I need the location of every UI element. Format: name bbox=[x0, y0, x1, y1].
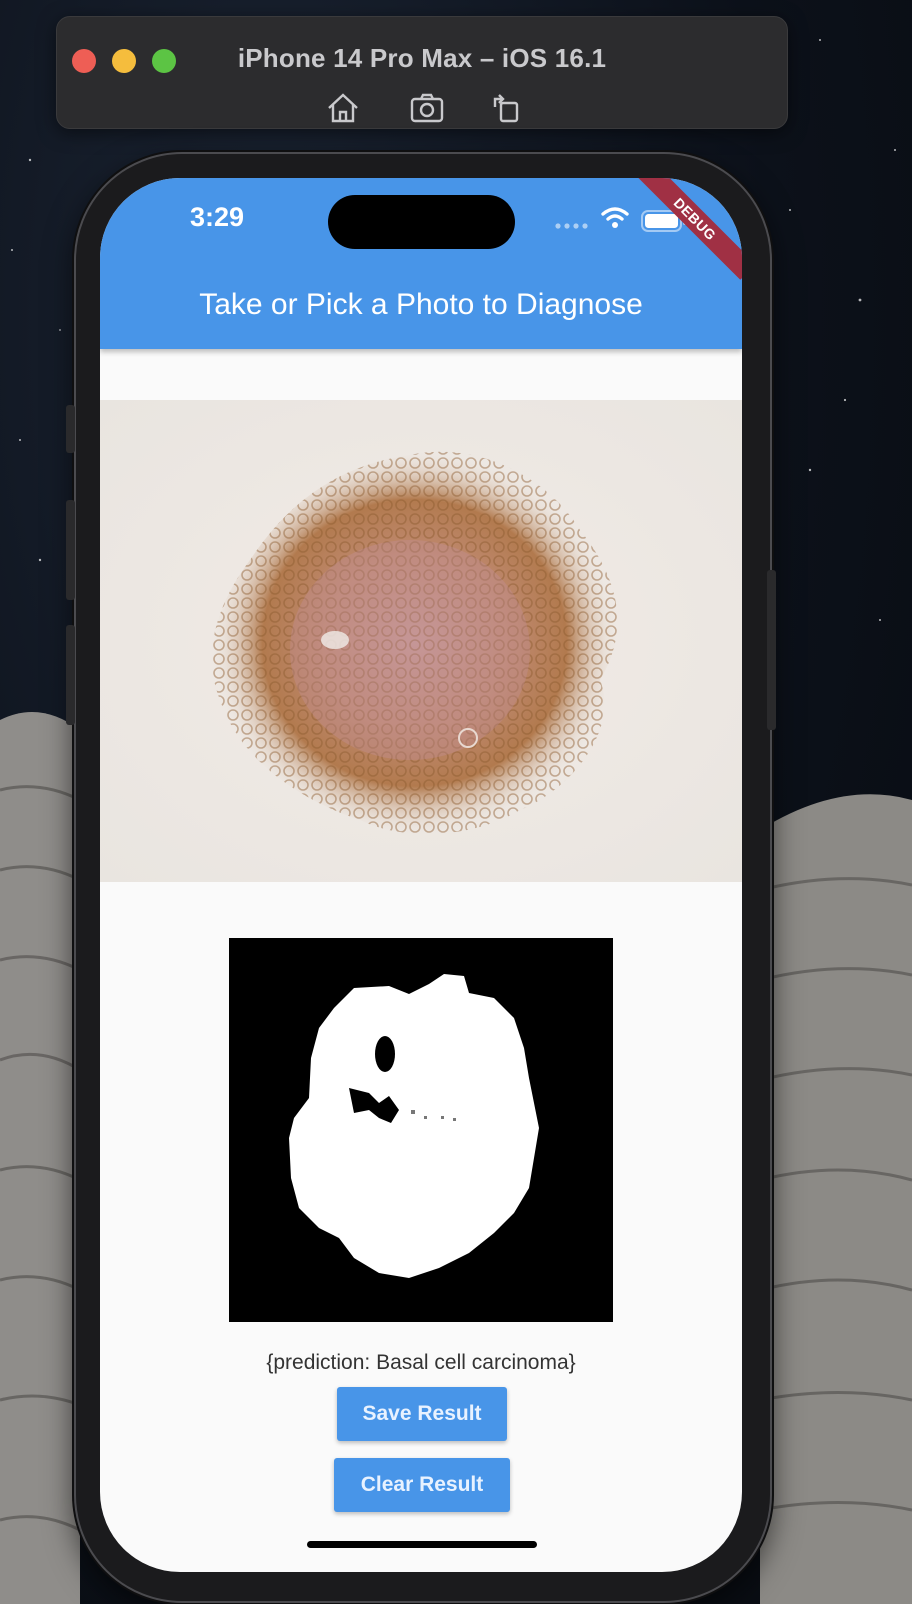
clear-result-button[interactable]: Clear Result bbox=[334, 1458, 510, 1512]
segmentation-mask-image bbox=[229, 938, 613, 1322]
prediction-text: {prediction: Basal cell carcinoma} bbox=[266, 1351, 576, 1374]
cellular-signal-icon bbox=[555, 223, 588, 229]
volume-down-button bbox=[66, 625, 75, 725]
home-icon[interactable] bbox=[325, 91, 361, 125]
dynamic-island bbox=[328, 195, 515, 249]
dermoscopy-lesion-image bbox=[100, 400, 742, 882]
app-bar-title: Take or Pick a Photo to Diagnose bbox=[199, 288, 643, 321]
simulator-title: iPhone 14 Pro Max – iOS 16.1 bbox=[237, 43, 607, 73]
screenshot-icon[interactable] bbox=[409, 91, 445, 125]
app-bar: 3:29 DEBUG Take or Pick a Photo to Diagn… bbox=[100, 178, 742, 349]
simulator-title-bar: iPhone 14 Pro Max – iOS 16.1 bbox=[56, 16, 788, 129]
home-indicator[interactable] bbox=[307, 1541, 537, 1548]
volume-up-button bbox=[66, 500, 75, 600]
wifi-icon bbox=[601, 207, 629, 228]
status-time: 3:29 bbox=[190, 202, 245, 232]
power-button bbox=[767, 570, 776, 730]
mute-switch bbox=[66, 405, 75, 453]
save-result-button[interactable]: Save Result bbox=[337, 1387, 507, 1441]
rotate-icon[interactable] bbox=[489, 91, 525, 125]
phone-screen: 3:29 DEBUG Take or Pick a Photo to Diagn… bbox=[100, 178, 742, 1572]
